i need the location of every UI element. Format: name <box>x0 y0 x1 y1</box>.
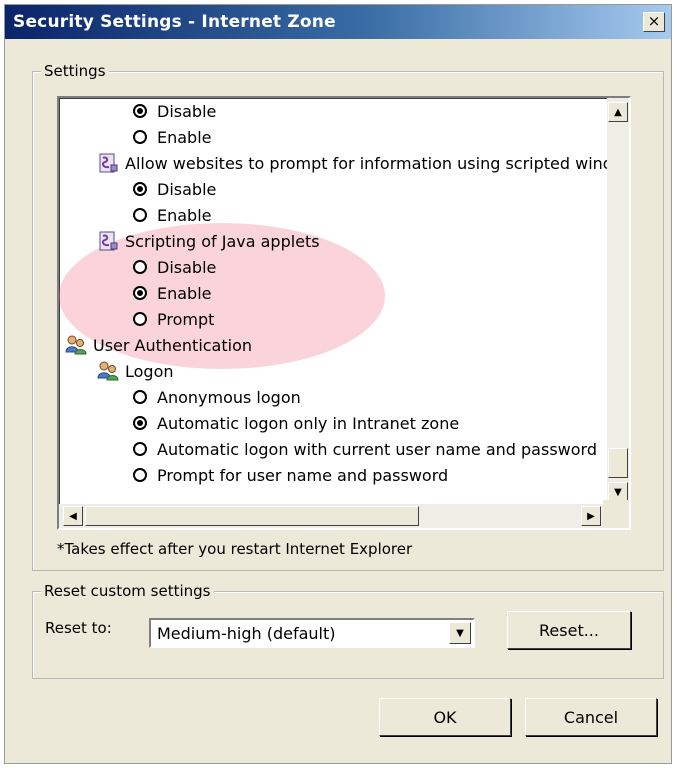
arrow-down-icon: ▼ <box>614 486 622 498</box>
option-label: Enable <box>157 205 212 225</box>
option-label: Automatic logon with current user name a… <box>157 439 597 459</box>
category-label: Scripting of Java applets <box>125 231 320 251</box>
radio-option[interactable]: Disable <box>133 98 216 124</box>
vertical-scrollbar[interactable]: ▲ ▼ <box>607 98 629 504</box>
horizontal-scrollbar[interactable]: ◀ ▶ <box>59 504 607 528</box>
radio-option[interactable]: Automatic logon with current user name a… <box>133 436 597 462</box>
ok-button-label: OK <box>433 707 457 727</box>
setting-category: Allow websites to prompt for information… <box>97 150 623 176</box>
reset-level-dropdown[interactable]: Medium-high (default) ▼ <box>149 618 475 648</box>
radio-option[interactable]: Disable <box>133 176 216 202</box>
reset-to-label: Reset to: <box>45 619 112 637</box>
reset-button[interactable]: Reset... <box>507 611 631 649</box>
radio-button[interactable] <box>133 182 147 196</box>
settings-list[interactable]: Disable Enable Allow websites to prompt … <box>57 96 631 530</box>
setting-category: Scripting of Java applets <box>97 228 320 254</box>
radio-button[interactable] <box>133 312 147 326</box>
radio-button[interactable] <box>133 442 147 456</box>
radio-option[interactable]: Enable <box>133 202 212 228</box>
users-logon-icon <box>97 361 119 381</box>
radio-option[interactable]: Prompt for user name and password <box>133 462 448 488</box>
radio-button[interactable] <box>133 468 147 482</box>
ok-button[interactable]: OK <box>379 698 511 736</box>
radio-option[interactable]: Automatic logon only in Intranet zone <box>133 410 459 436</box>
vertical-scroll-thumb[interactable] <box>608 448 628 478</box>
user-authentication-icon <box>65 335 87 355</box>
radio-option[interactable]: Anonymous logon <box>133 384 301 410</box>
option-label: Prompt for user name and password <box>157 465 449 485</box>
reset-level-value: Medium-high (default) <box>157 624 336 643</box>
radio-button[interactable] <box>133 208 147 222</box>
radio-option[interactable]: Disable <box>133 254 216 280</box>
radio-button[interactable] <box>133 260 147 274</box>
close-button[interactable]: × <box>643 12 665 32</box>
radio-button[interactable] <box>133 390 147 404</box>
setting-category: User Authentication <box>65 332 252 358</box>
radio-option[interactable]: Enable <box>133 280 212 306</box>
category-label: User Authentication <box>93 335 253 355</box>
radio-button[interactable] <box>133 130 147 144</box>
scrollbar-corner <box>603 500 629 528</box>
radio-option[interactable]: Enable <box>133 124 212 150</box>
arrow-left-icon: ◀ <box>69 510 77 522</box>
scroll-left-button[interactable]: ◀ <box>63 506 83 526</box>
dropdown-button[interactable]: ▼ <box>449 622 471 644</box>
title-bar[interactable]: Security Settings - Internet Zone × <box>5 5 671 39</box>
category-label: Allow websites to prompt for information… <box>125 153 623 173</box>
arrow-up-icon: ▲ <box>614 106 622 118</box>
script-settings-icon <box>99 231 118 251</box>
option-label: Prompt <box>157 309 215 329</box>
cancel-button-label: Cancel <box>563 707 619 727</box>
option-label: Enable <box>157 127 212 147</box>
option-label: Enable <box>157 283 212 303</box>
option-label: Disable <box>157 179 217 199</box>
option-label: Automatic logon only in Intranet zone <box>157 413 460 433</box>
cancel-button[interactable]: Cancel <box>525 698 657 736</box>
radio-button[interactable] <box>133 286 147 300</box>
restart-footnote: *Takes effect after you restart Internet… <box>57 540 413 558</box>
horizontal-scroll-thumb[interactable] <box>85 506 419 526</box>
arrow-right-icon: ▶ <box>587 510 595 522</box>
security-settings-dialog: Security Settings - Internet Zone × Sett… <box>4 4 672 764</box>
setting-category: Logon <box>97 358 174 384</box>
scroll-down-button[interactable]: ▼ <box>608 482 628 502</box>
close-icon: × <box>647 12 661 30</box>
scroll-right-button[interactable]: ▶ <box>581 506 601 526</box>
option-label: Disable <box>157 257 217 277</box>
option-label: Anonymous logon <box>157 387 301 407</box>
scroll-up-button[interactable]: ▲ <box>608 102 628 122</box>
category-label: Logon <box>125 361 174 381</box>
script-settings-icon <box>99 153 118 173</box>
radio-option[interactable]: Prompt <box>133 306 214 332</box>
reset-button-label: Reset... <box>539 620 599 640</box>
chevron-down-icon: ▼ <box>456 627 464 639</box>
window-title: Security Settings - Internet Zone <box>13 12 336 32</box>
option-label: Disable <box>157 101 217 121</box>
settings-group-label: Settings <box>41 62 109 80</box>
reset-group-label: Reset custom settings <box>41 582 214 600</box>
radio-button[interactable] <box>133 104 147 118</box>
radio-button[interactable] <box>133 416 147 430</box>
